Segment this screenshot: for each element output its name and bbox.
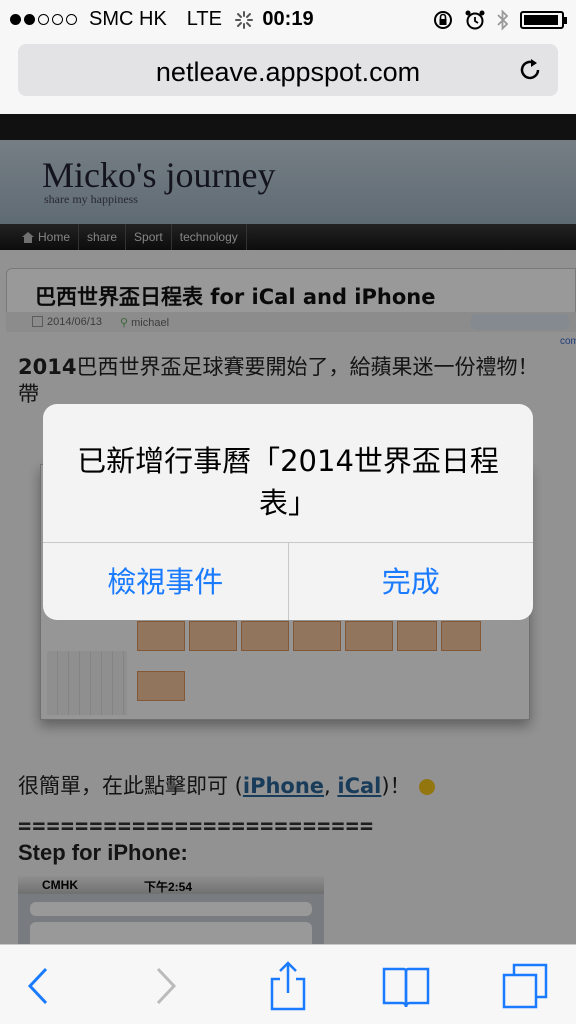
safari-toolbar xyxy=(0,944,576,1024)
browser-header: netleave.appspot.com xyxy=(0,38,576,114)
url-text[interactable]: netleave.appspot.com xyxy=(18,57,558,88)
status-bar: SMC HK LTE 00:19 xyxy=(0,0,576,38)
status-right xyxy=(432,9,567,31)
bluetooth-icon xyxy=(497,9,509,31)
battery-fill xyxy=(524,15,559,25)
view-event-button[interactable]: 檢視事件 xyxy=(43,543,288,620)
bookmarks-icon[interactable] xyxy=(378,959,434,1013)
alert-message: 已新增行事曆「2014世界盃日程表」 xyxy=(77,444,499,520)
back-icon[interactable] xyxy=(10,959,66,1013)
calendar-added-alert: 已新增行事曆「2014世界盃日程表」 檢視事件 完成 xyxy=(43,404,533,620)
battery-icon xyxy=(520,11,567,29)
alarm-clock-icon xyxy=(465,10,485,30)
forward-icon[interactable] xyxy=(138,959,194,1013)
tabs-icon[interactable] xyxy=(498,959,554,1013)
rotation-lock-icon xyxy=(434,11,452,29)
share-icon[interactable] xyxy=(260,959,316,1013)
done-button[interactable]: 完成 xyxy=(287,543,534,620)
alert-button-row: 檢視事件 完成 xyxy=(43,542,533,620)
address-bar[interactable]: netleave.appspot.com xyxy=(18,44,558,96)
reload-icon[interactable] xyxy=(516,56,544,84)
